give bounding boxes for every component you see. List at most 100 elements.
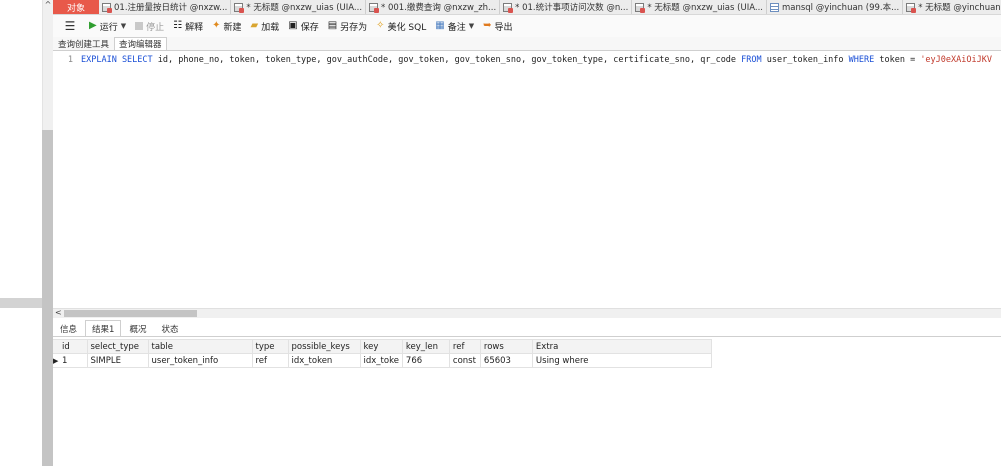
query-tab[interactable]: mansql @yinchuan (99.本... xyxy=(767,0,904,14)
result-grid: id select_type table type possible_keys key ke… xyxy=(53,339,712,368)
tab-info[interactable]: 信息 xyxy=(53,321,84,336)
row-marker: ▶ xyxy=(53,353,59,368)
tab-query-editor[interactable]: 查询编辑器 xyxy=(114,37,167,50)
keyword-from: FROM xyxy=(741,55,762,65)
comment-button[interactable]: ▦ 备注 ▼ xyxy=(435,20,474,33)
query-tab[interactable]: 01.注册量按日统计 @nxzw... xyxy=(99,0,232,14)
query-tab-label: * 无标题 @nxzw_uias (UIA... xyxy=(246,3,363,13)
editor-toolbar: ☰ ▶ 运行 ▼ 停止 ☷ 解释 ✦ 新建 ▰ 加载 ▣ 保存 ▤ 另存为 ✧ … xyxy=(53,15,1001,38)
new-button[interactable]: ✦ 新建 xyxy=(212,20,241,33)
query-tab-label: 01.注册量按日统计 @nxzw... xyxy=(114,3,228,13)
query-tab-bar: 对象 01.注册量按日统计 @nxzw... * 无标题 @nxzw_uias (… xyxy=(53,0,1001,15)
query-icon xyxy=(102,2,112,13)
cell-id[interactable]: 1 xyxy=(59,353,88,368)
line-number: 1 xyxy=(67,55,73,65)
query-tab[interactable]: * 001.缴费查询 @nxzw_zh... xyxy=(366,0,501,14)
left-scrollbar-thumb[interactable] xyxy=(42,130,53,466)
query-tab-label: * 无标题 @nxzw_uias (UIA... xyxy=(647,3,763,13)
save-button[interactable]: ▣ 保存 xyxy=(288,20,318,33)
sql-columns: id, phone_no, token, token_type, gov_aut… xyxy=(152,55,742,65)
column-header-key_len[interactable]: key_len xyxy=(402,339,450,354)
editor-scrollbar-thumb[interactable] xyxy=(64,310,197,317)
column-header-extra[interactable]: Extra xyxy=(532,339,712,354)
tab-result1[interactable]: 结果1 xyxy=(85,320,122,336)
query-icon xyxy=(906,2,917,13)
tab-objects[interactable]: 对象 xyxy=(53,0,99,14)
cell-ref[interactable]: const xyxy=(449,353,481,368)
comment-icon: ▦ xyxy=(435,20,445,31)
save-as-icon: ▤ xyxy=(327,20,338,31)
cell-extra[interactable]: Using where xyxy=(532,353,712,368)
query-tab[interactable]: * 无标题 @yinchuan (99.本... xyxy=(903,0,1001,14)
export-icon: ➥ xyxy=(483,20,492,31)
new-label: 新建 xyxy=(223,22,242,33)
editor-mode-tabs: 查询创建工具 查询编辑器 xyxy=(53,37,1001,51)
scroll-left-icon[interactable]: < xyxy=(55,308,62,317)
query-tab[interactable]: * 无标题 @nxzw_uias (UIA... xyxy=(231,0,367,14)
query-tab[interactable]: * 01.统计事项访问次数 @n... xyxy=(500,0,633,14)
query-icon xyxy=(369,2,380,13)
explain-button[interactable]: ☷ 解释 xyxy=(173,20,203,33)
table-icon xyxy=(769,2,779,12)
cell-select_type[interactable]: SIMPLE xyxy=(87,353,149,368)
column-header-ref[interactable]: ref xyxy=(449,339,481,354)
save-icon: ▣ xyxy=(288,20,298,31)
stop-button[interactable]: 停止 xyxy=(135,20,164,33)
left-panel: ^ xyxy=(0,0,54,466)
column-header-rows[interactable]: rows xyxy=(480,339,533,354)
save-as-label: 另存为 xyxy=(340,22,368,33)
beautify-label: 美化 SQL xyxy=(387,22,427,33)
column-header-type[interactable]: type xyxy=(252,339,289,354)
sql-editor[interactable]: 1 EXPLAIN SELECT id, phone_no, token, to… xyxy=(53,51,1001,308)
load-button[interactable]: ▰ 加载 xyxy=(251,20,280,33)
column-header-possible_keys[interactable]: possible_keys xyxy=(288,339,361,354)
sql-condition: token = xyxy=(874,55,921,65)
beautify-sql-button[interactable]: ✧ 美化 SQL xyxy=(376,20,426,33)
query-icon xyxy=(635,2,646,13)
query-tab[interactable]: * 无标题 @nxzw_uias (UIA... xyxy=(632,0,767,14)
cell-rows[interactable]: 65603 xyxy=(480,353,533,368)
column-header-table[interactable]: table xyxy=(148,339,253,354)
cell-table[interactable]: user_token_info xyxy=(148,353,253,368)
result-header-row: id select_type table type possible_keys key ke… xyxy=(53,339,712,354)
column-header-key[interactable]: key xyxy=(360,339,403,354)
tab-query-builder[interactable]: 查询创建工具 xyxy=(53,37,114,50)
sql-code-line[interactable]: EXPLAIN SELECT id, phone_no, token, toke… xyxy=(81,55,992,65)
query-tab-label: * 001.缴费查询 @nxzw_zh... xyxy=(381,3,497,13)
tab-status[interactable]: 状态 xyxy=(154,321,185,336)
export-button[interactable]: ➥ 导出 xyxy=(483,20,512,33)
run-button[interactable]: ▶ 运行 ▼ xyxy=(89,20,126,33)
comment-dropdown-icon[interactable]: ▼ xyxy=(469,22,474,30)
keyword-where: WHERE xyxy=(848,55,875,65)
run-label: 运行 xyxy=(99,22,118,33)
column-header-id[interactable]: id xyxy=(59,339,88,354)
row-pointer-icon: ▶ xyxy=(53,356,59,365)
editor-horizontal-scrollbar[interactable]: < xyxy=(53,308,1001,318)
cell-possible_keys[interactable]: idx_token xyxy=(288,353,361,368)
wand-icon: ✧ xyxy=(376,20,385,31)
cell-key[interactable]: idx_toke xyxy=(360,353,403,368)
run-dropdown-icon[interactable]: ▼ xyxy=(121,22,126,30)
query-window: 对象 01.注册量按日统计 @nxzw... * 无标题 @nxzw_uias (… xyxy=(53,0,1001,466)
sql-table: user_token_info xyxy=(761,55,849,65)
tab-profile[interactable]: 概况 xyxy=(122,321,153,336)
comment-label: 备注 xyxy=(447,22,466,33)
stop-icon xyxy=(135,22,144,30)
sql-string-literal: 'eyJ0eXAiOiJKV xyxy=(920,55,992,65)
result-tabs: 信息 结果1 概况 状态 xyxy=(53,320,1001,337)
query-tab-label: * 01.统计事项访问次数 @n... xyxy=(515,3,629,13)
explain-label: 解释 xyxy=(185,22,204,33)
folder-icon: ▰ xyxy=(250,20,259,31)
column-header-select_type[interactable]: select_type xyxy=(87,339,149,354)
load-label: 加载 xyxy=(261,22,280,33)
menu-icon[interactable]: ☰ xyxy=(61,19,79,33)
scroll-up-icon[interactable]: ^ xyxy=(44,0,52,10)
cell-type[interactable]: ref xyxy=(252,353,289,368)
save-as-button[interactable]: ▤ 另存为 xyxy=(328,20,367,33)
query-icon xyxy=(234,2,245,13)
table-row[interactable]: ▶ 1 SIMPLE user_token_info ref idx_token idx_t… xyxy=(53,353,712,368)
explain-icon: ☷ xyxy=(173,20,183,31)
left-panel-splitter[interactable] xyxy=(0,298,42,308)
cell-key_len[interactable]: 766 xyxy=(402,353,450,368)
query-tab-label: mansql @yinchuan (99.本... xyxy=(781,3,900,13)
